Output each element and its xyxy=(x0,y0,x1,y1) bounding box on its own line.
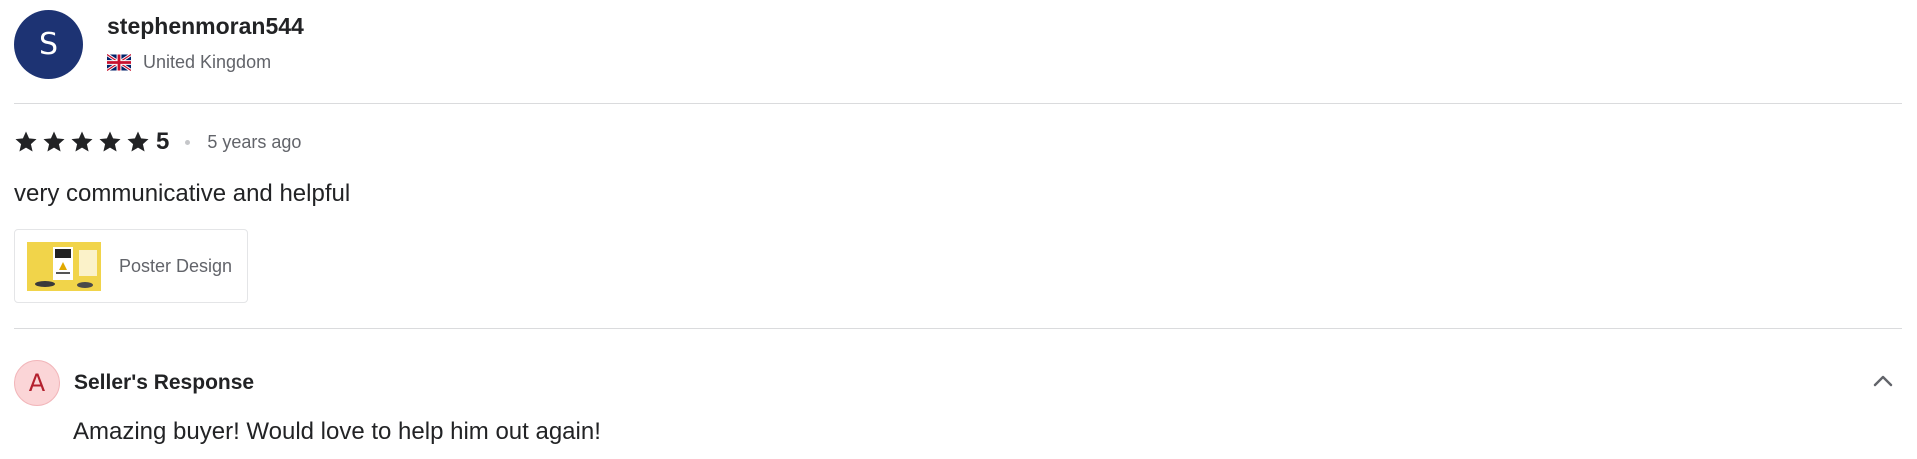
response-divider xyxy=(14,328,1902,329)
star-icon xyxy=(71,131,93,152)
star-rating xyxy=(14,130,154,154)
reviewer-info: stephenmoran544 United Kingdom xyxy=(107,10,304,80)
chevron-up-icon xyxy=(1873,375,1893,387)
seller-response-title: Seller's Response xyxy=(74,371,255,394)
star-icon xyxy=(43,131,65,152)
gig-thumbnail xyxy=(27,241,101,291)
collapse-response-button[interactable] xyxy=(1870,368,1896,394)
star-icon xyxy=(127,131,149,152)
star-icon xyxy=(99,131,121,152)
seller-response-header: A Seller's Response xyxy=(14,360,255,406)
gig-card[interactable]: Poster Design xyxy=(14,229,248,303)
uk-flag-icon xyxy=(107,54,131,71)
review-time: 5 years ago xyxy=(207,131,302,152)
review-card: S stephenmoran544 United Kingdom 5 5 yea… xyxy=(14,0,1902,459)
star-icon xyxy=(15,131,37,152)
reviewer-avatar[interactable]: S xyxy=(14,10,83,79)
rating-value: 5 xyxy=(156,128,170,155)
rating-row: 5 5 years ago xyxy=(14,127,301,157)
gig-title: Poster Design xyxy=(119,255,233,276)
header-divider xyxy=(14,103,1902,104)
reviewer-country-name: United Kingdom xyxy=(143,52,272,72)
review-text: very communicative and helpful xyxy=(14,180,351,207)
reviewer-country: United Kingdom xyxy=(107,52,304,73)
reviewer-username[interactable]: stephenmoran544 xyxy=(107,12,304,40)
seller-avatar: A xyxy=(14,360,60,406)
separator-dot xyxy=(185,139,191,145)
seller-response-text: Amazing buyer! Would love to help him ou… xyxy=(73,418,601,445)
reviewer-header: S stephenmoran544 United Kingdom xyxy=(14,10,304,80)
